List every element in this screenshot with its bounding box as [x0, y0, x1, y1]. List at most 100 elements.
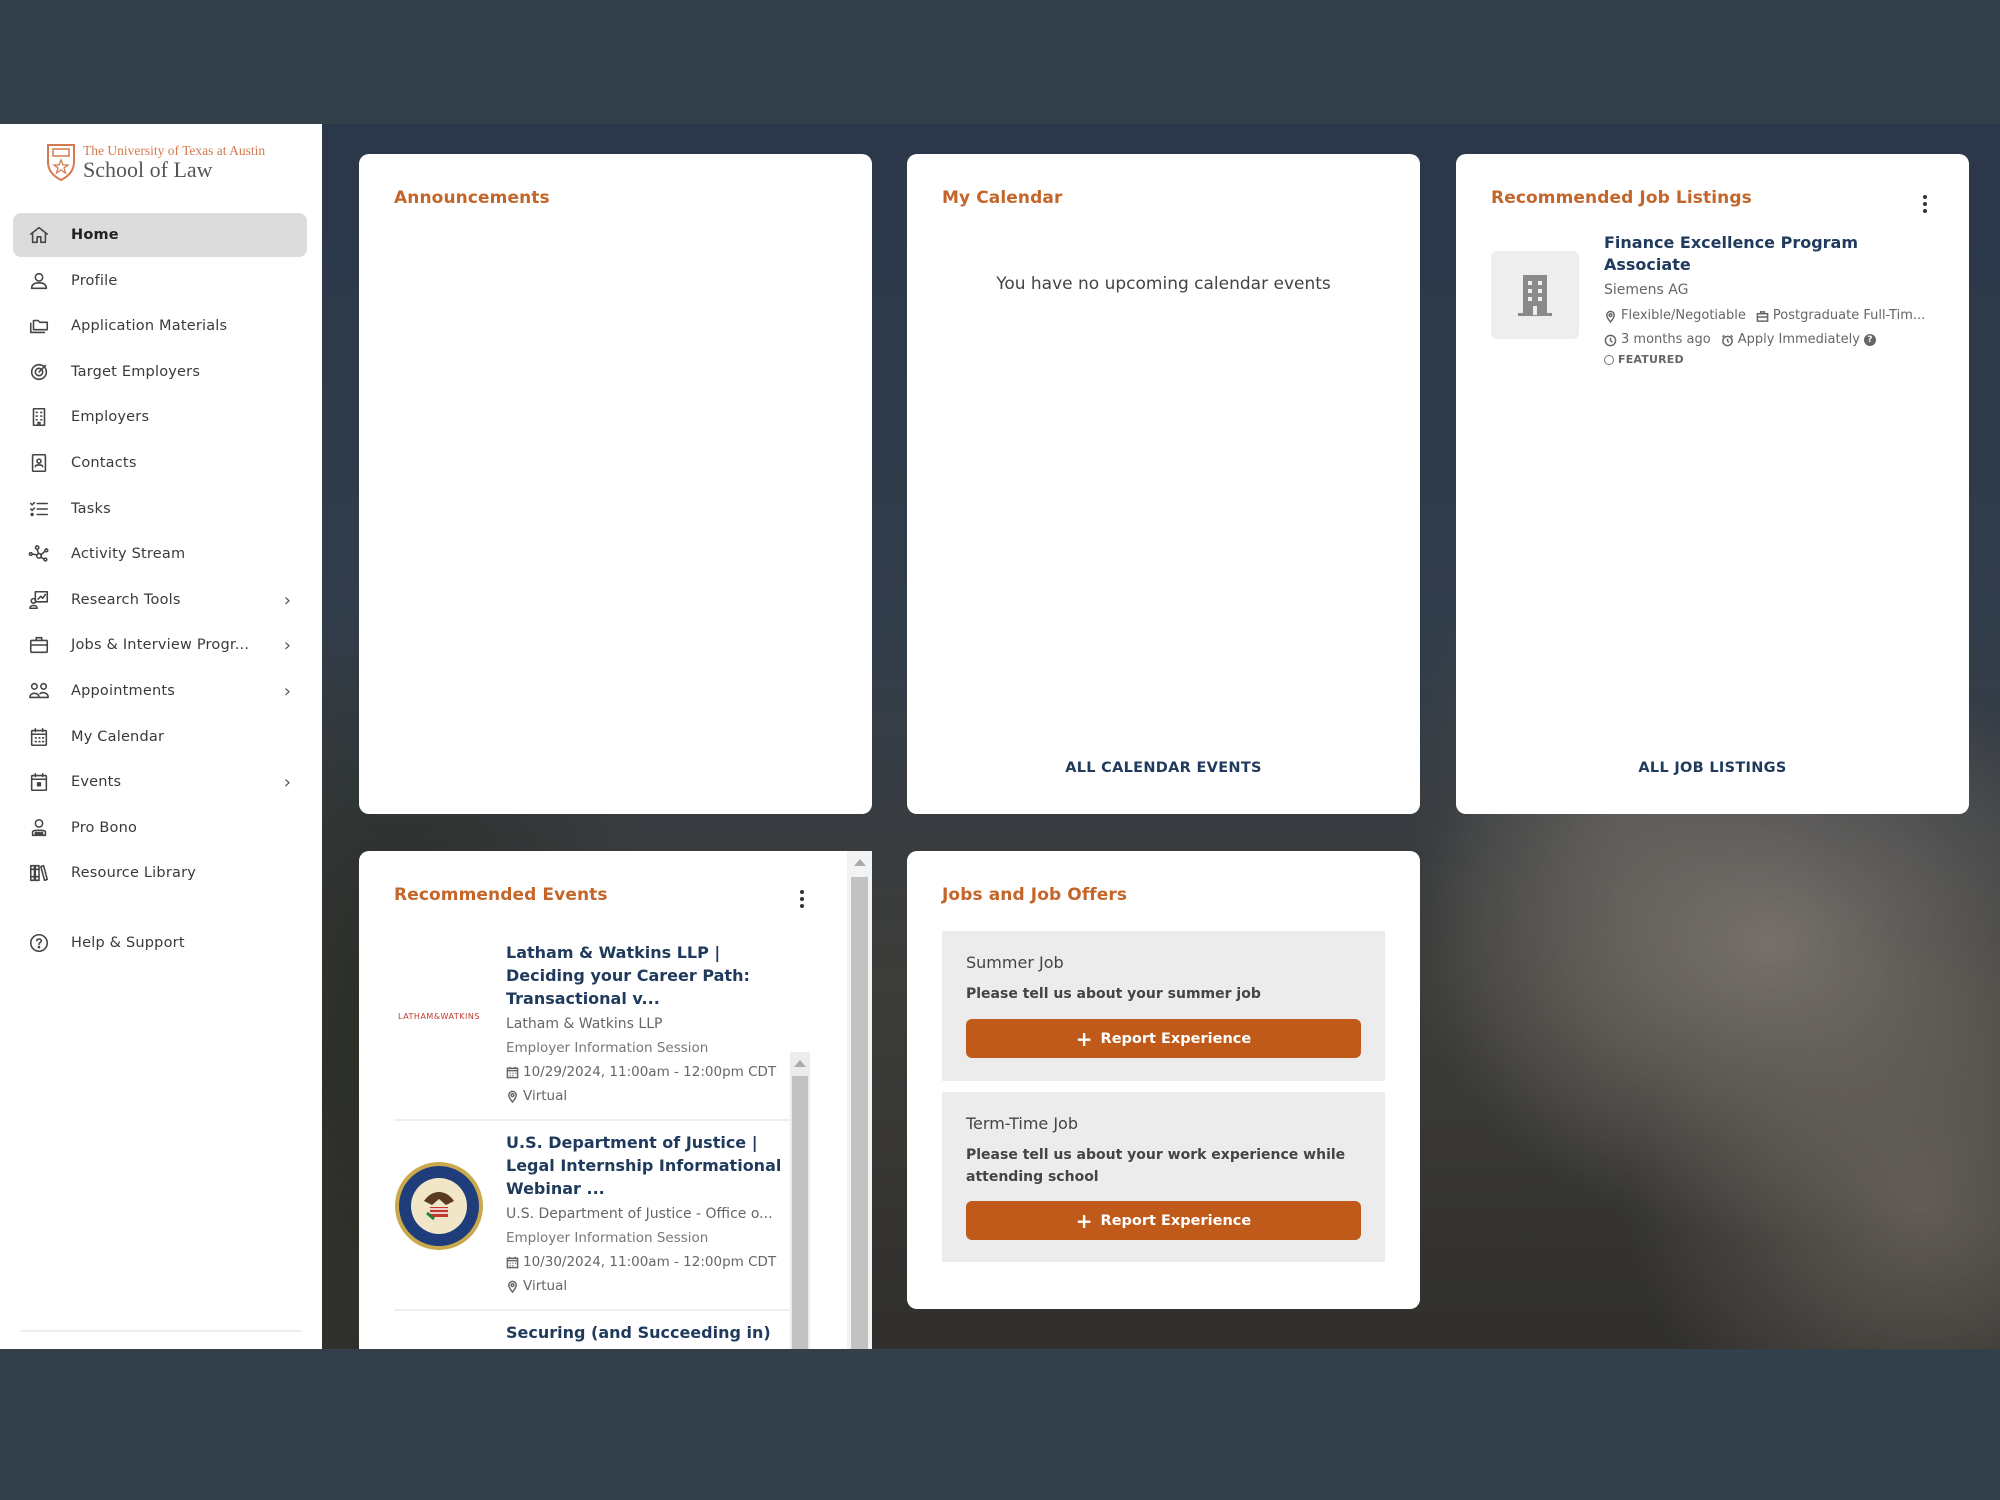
scrollbar-thumb[interactable]: [851, 877, 868, 1349]
sidebar-item-events[interactable]: Events ›: [13, 760, 307, 804]
sidebar-item-label: Tasks: [71, 500, 111, 517]
calendar-icon: [27, 725, 51, 749]
event-datetime: 10/29/2024, 11:00am - 12:00pm CDT: [506, 1064, 786, 1080]
event-datetime-text: 10/29/2024, 11:00am - 12:00pm CDT: [523, 1064, 777, 1080]
sidebar-item-label: Help & Support: [71, 934, 185, 951]
job-posted-text: 3 months ago: [1621, 332, 1711, 347]
plus-icon: +: [1075, 1026, 1093, 1051]
job-listing: Finance Excellence Program Associate Sie…: [1604, 232, 1944, 366]
sidebar-item-employers[interactable]: Employers: [13, 395, 307, 439]
contact-book-icon: [27, 451, 51, 475]
network-icon: [27, 542, 51, 566]
job-location: Flexible/Negotiable: [1604, 307, 1746, 325]
doj-seal-icon: [395, 1162, 483, 1250]
sidebar-item-tasks[interactable]: Tasks: [13, 487, 307, 531]
sidebar-item-jobs-interview-programs[interactable]: Jobs & Interview Progr... ›: [13, 623, 307, 667]
report-term-experience-button[interactable]: + Report Experience: [966, 1201, 1361, 1240]
chevron-right-icon: ›: [283, 772, 291, 794]
job-company: Siemens AG: [1604, 282, 1689, 298]
sidebar-item-label: Appointments: [71, 682, 175, 699]
sidebar-item-my-calendar[interactable]: My Calendar: [13, 715, 307, 759]
map-pin-icon: [508, 1090, 517, 1103]
user-icon: [27, 269, 51, 293]
folders-icon: [27, 314, 51, 338]
event-item: Securing (and Succeeding in) Your Spring…: [394, 1311, 794, 1349]
latham-watkins-logo[interactable]: LATHAM&WATKINS: [394, 971, 484, 1061]
event-location: Virtual: [506, 1278, 786, 1294]
research-icon: [27, 588, 51, 612]
term-job-heading: Term-Time Job: [966, 1114, 1078, 1133]
job-deadline: Apply Immediately ?: [1721, 331, 1876, 349]
sidebar-item-research-tools[interactable]: Research Tools ›: [13, 578, 307, 622]
events-list: LATHAM&WATKINS Latham & Watkins LLP | De…: [394, 931, 794, 1349]
sidebar-item-home[interactable]: Home: [13, 213, 307, 257]
recommended-events-title: Recommended Events: [394, 885, 608, 905]
sidebar-item-label: Resource Library: [71, 865, 197, 882]
sidebar-item-label: Application Materials: [71, 318, 228, 335]
calendar-empty-message: You have no upcoming calendar events: [996, 274, 1331, 294]
sidebar-item-pro-bono[interactable]: Pro Bono: [13, 806, 307, 850]
job-title-link[interactable]: Finance Excellence Program Associate: [1604, 232, 1944, 276]
map-pin-icon: [1606, 310, 1615, 323]
all-job-listings-link[interactable]: ALL JOB LISTINGS: [1456, 760, 1969, 776]
plus-icon: +: [1075, 1208, 1093, 1233]
featured-badge: FEATURED: [1604, 353, 1944, 366]
sidebar-item-application-materials[interactable]: Application Materials: [13, 304, 307, 348]
sidebar-item-target-employers[interactable]: Target Employers: [13, 350, 307, 394]
button-label: Report Experience: [1100, 1212, 1252, 1229]
sidebar-item-label: My Calendar: [71, 728, 165, 745]
sidebar-item-label: Pro Bono: [71, 819, 138, 836]
sidebar-item-profile[interactable]: Profile: [13, 259, 307, 303]
report-summer-experience-button[interactable]: + Report Experience: [966, 1019, 1361, 1058]
employer-logo-placeholder[interactable]: [1491, 251, 1579, 339]
kebab-dot: [800, 890, 804, 894]
events-list-scrollbar[interactable]: [790, 1052, 810, 1349]
scroll-up-arrow-icon[interactable]: [794, 1060, 806, 1067]
job-type-text: Postgraduate Full-Tim...: [1772, 308, 1926, 323]
job-listings-card: Recommended Job Listings Finance Excelle…: [1456, 154, 1969, 814]
job-meta-row: 3 months ago Apply Immediately ?: [1604, 331, 1944, 349]
home-icon: [27, 223, 51, 247]
button-label: Report Experience: [1100, 1030, 1252, 1047]
clock-icon: [1604, 334, 1617, 346]
kebab-dot: [1923, 202, 1927, 206]
building-icon: [1518, 275, 1552, 316]
chevron-right-icon: ›: [283, 589, 291, 611]
sidebar-item-help-support[interactable]: Help & Support: [13, 921, 307, 965]
school-logo[interactable]: The University of Texas at Austin School…: [45, 142, 265, 182]
events-menu-button[interactable]: [798, 890, 806, 908]
jobs-offers-title: Jobs and Job Offers: [942, 885, 1128, 905]
job-listings-menu-button[interactable]: [1921, 195, 1929, 213]
building-icon: [27, 405, 51, 429]
event-title-link[interactable]: Securing (and Succeeding in) Your Spring…: [506, 1321, 786, 1349]
calendar-card: My Calendar You have no upcoming calenda…: [907, 154, 1420, 814]
calendar-icon: [506, 1066, 519, 1078]
sidebar-item-label: Employers: [71, 409, 150, 426]
scrollbar-thumb[interactable]: [792, 1076, 808, 1349]
sidebar-item-activity-stream[interactable]: Activity Stream: [13, 532, 307, 576]
circle-icon: [1604, 354, 1614, 365]
sidebar-item-label: Target Employers: [71, 363, 201, 380]
sidebar-item-resource-library[interactable]: Resource Library: [13, 851, 307, 895]
all-calendar-events-link[interactable]: ALL CALENDAR EVENTS: [907, 760, 1420, 776]
event-title-link[interactable]: Latham & Watkins LLP | Deciding your Car…: [506, 941, 786, 1010]
announcements-card: Announcements: [359, 154, 872, 814]
doj-seal-logo[interactable]: [394, 1161, 484, 1251]
sidebar-item-label: Activity Stream: [71, 546, 186, 563]
scroll-up-arrow-icon[interactable]: [853, 859, 866, 866]
kebab-dot: [1923, 195, 1927, 199]
help-icon[interactable]: ?: [1863, 334, 1876, 346]
sidebar-item-appointments[interactable]: Appointments ›: [13, 669, 307, 713]
event-organization: U.S. Department of Justice - Office o...: [506, 1206, 773, 1222]
sidebar-item-label: Profile: [71, 272, 118, 289]
event-location-text: Virtual: [523, 1088, 568, 1104]
jobs-offers-card: Jobs and Job Offers Summer Job Please te…: [907, 851, 1420, 1309]
event-location-text: Virtual: [523, 1278, 568, 1294]
event-title-link[interactable]: U.S. Department of Justice | Legal Inter…: [506, 1131, 786, 1200]
people-icon: [27, 679, 51, 703]
logo-university: The University of Texas at Austin: [83, 142, 266, 158]
page-scrollbar[interactable]: [847, 851, 872, 1349]
sidebar-item-contacts[interactable]: Contacts: [13, 441, 307, 485]
briefcase-icon: [27, 633, 51, 657]
sidebar-nav: Home Profile Application Materials Targe…: [13, 213, 307, 967]
